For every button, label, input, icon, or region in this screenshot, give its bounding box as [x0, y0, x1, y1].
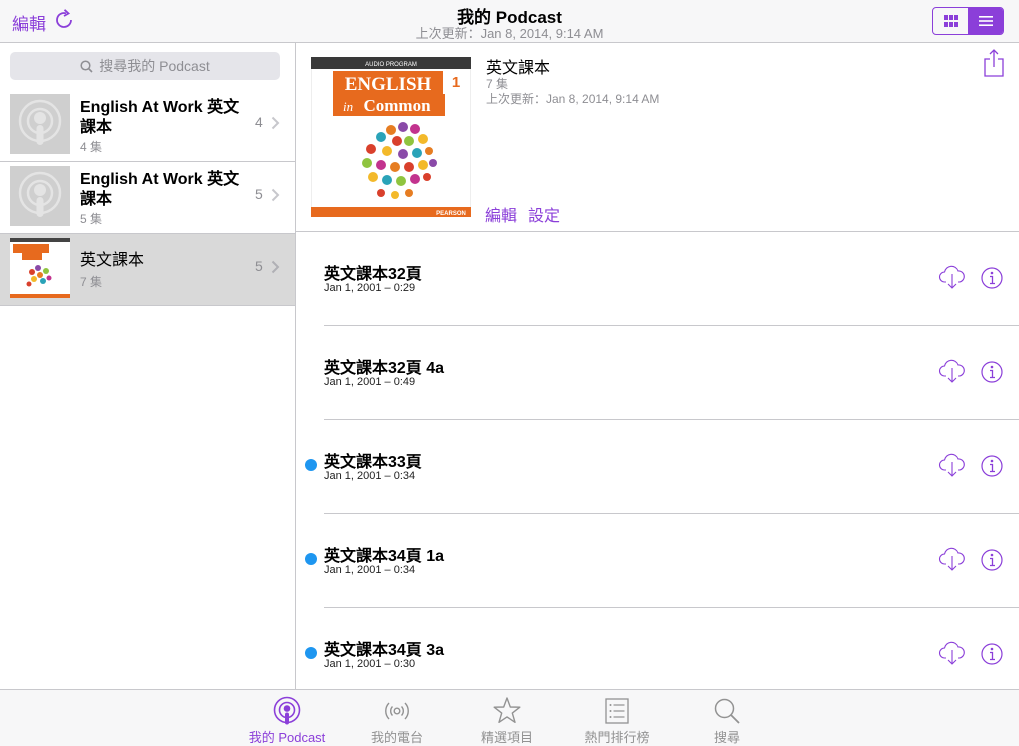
tab-label: 我的電台 — [370, 730, 423, 745]
station-icon — [385, 702, 409, 720]
episode-meta: Jan 1, 2001 – 0:30 — [324, 658, 416, 670]
unplayed-dot — [305, 647, 317, 659]
tab-my-stations[interactable]: 我的電台 — [342, 690, 452, 746]
list-view-button[interactable] — [968, 8, 1003, 34]
view-mode-toggle — [932, 7, 1004, 35]
podcast-detail-updated: 上次更新：Jan 8, 2014, 9:14 AM — [486, 92, 660, 106]
episode-row[interactable]: 英文課本33頁 Jan 1, 2001 – 0:34 — [296, 420, 1019, 514]
grid-icon — [943, 15, 958, 27]
tab-search[interactable]: 搜尋 — [672, 690, 782, 746]
episode-title: 英文課本34頁 3a — [324, 642, 445, 659]
unplayed-count: 5 — [255, 186, 263, 202]
chevron-right-icon — [271, 116, 280, 130]
search-input[interactable]: 搜尋我的 Podcast — [10, 52, 280, 80]
cover-title-in: in — [343, 99, 353, 114]
list-icon — [978, 16, 993, 26]
tab-label: 搜尋 — [713, 730, 740, 745]
episode-row[interactable]: 英文課本34頁 1a Jan 1, 2001 – 0:34 — [296, 514, 1019, 608]
cover-level: 1 — [452, 74, 460, 91]
episode-row[interactable]: 英文課本34頁 3a Jan 1, 2001 – 0:30 — [296, 608, 1019, 702]
episode-row[interactable]: 英文課本32頁 Jan 1, 2001 – 0:29 — [296, 232, 1019, 326]
episode-title: 英文課本32頁 — [324, 266, 422, 283]
tab-featured[interactable]: 精選項目 — [452, 690, 562, 746]
podcast-list-item[interactable]: English At Work 英文課本 4 集 4 — [0, 90, 295, 162]
podcast-title: 英文課本 — [80, 252, 145, 269]
episode-count: 7 集 — [80, 275, 103, 289]
podcast-artwork: AUDIO PROGRAM ENGLISH 1 in Common PEARSO… — [311, 57, 471, 217]
chevron-right-icon — [271, 260, 280, 274]
info-icon[interactable] — [981, 361, 1003, 383]
episode-title: 英文課本34頁 1a — [324, 548, 445, 565]
episode-meta: Jan 1, 2001 – 0:34 — [324, 470, 416, 482]
download-cloud-icon[interactable] — [938, 546, 966, 572]
download-cloud-icon[interactable] — [938, 358, 966, 384]
unplayed-count: 5 — [255, 258, 263, 274]
tab-bar: 我的 Podcast 我的電台 精選項目 熱門排行榜 搜尋 — [0, 689, 1019, 746]
podcast-title: English At Work 英文課本 — [80, 99, 240, 136]
english-in-common-cover — [10, 238, 70, 298]
podcast-sidebar: 搜尋我的 Podcast English At Work 英文課本 4 集 4 — [0, 43, 296, 689]
star-icon — [493, 697, 521, 723]
podcast-placeholder-icon — [10, 166, 70, 226]
cover-program-text: AUDIO PROGRAM — [365, 62, 417, 68]
episode-meta: Jan 1, 2001 – 0:49 — [324, 376, 416, 388]
podcast-settings-button[interactable]: 設定 — [528, 202, 560, 226]
episode-title: 英文課本32頁 4a — [324, 360, 445, 377]
cover-title-common: Common — [363, 96, 431, 115]
episode-meta: Jan 1, 2001 – 0:29 — [324, 282, 416, 294]
download-cloud-icon[interactable] — [938, 452, 966, 478]
episode-count: 4 集 — [80, 140, 103, 154]
info-icon[interactable] — [981, 455, 1003, 477]
info-icon[interactable] — [981, 643, 1003, 665]
episode-title: 英文課本33頁 — [324, 454, 422, 471]
podcast-list-item-selected[interactable]: 英文課本 7 集 5 — [0, 234, 295, 306]
search-placeholder: 搜尋我的 Podcast — [99, 58, 210, 74]
episode-meta: Jan 1, 2001 – 0:34 — [324, 564, 416, 576]
unplayed-dot — [305, 553, 317, 565]
download-cloud-icon[interactable] — [938, 264, 966, 290]
info-icon[interactable] — [981, 549, 1003, 571]
download-cloud-icon[interactable] — [938, 640, 966, 666]
last-updated-label: 上次更新：Jan 8, 2014, 9:14 AM — [415, 26, 604, 41]
top-charts-icon — [605, 698, 629, 724]
search-icon — [80, 59, 93, 73]
episode-list: 英文課本32頁 Jan 1, 2001 – 0:29 英文課本32頁 4a Ja… — [296, 232, 1019, 702]
cover-publisher: PEARSON — [436, 211, 466, 217]
info-icon[interactable] — [981, 267, 1003, 289]
podcasts-app: 編輯 我的 Podcast 上次更新：Jan 8, 2014, 9:14 AM — [0, 0, 1019, 746]
podcast-list-item[interactable]: English At Work 英文課本 5 集 5 — [0, 162, 295, 234]
chevron-right-icon — [271, 188, 280, 202]
tab-label: 精選項目 — [480, 730, 533, 745]
tab-my-podcasts[interactable]: 我的 Podcast — [232, 690, 342, 746]
cover-title-english: ENGLISH — [345, 74, 432, 95]
episode-count: 5 集 — [80, 212, 103, 226]
unplayed-count: 4 — [255, 114, 263, 130]
podcast-title: English At Work 英文課本 — [80, 171, 240, 208]
grid-view-button[interactable] — [933, 8, 968, 34]
tab-label: 熱門排行榜 — [584, 730, 650, 745]
podcast-list: English At Work 英文課本 4 集 4 English At Wo… — [0, 90, 295, 306]
episode-row[interactable]: 英文課本32頁 4a Jan 1, 2001 – 0:49 — [296, 326, 1019, 420]
tab-label: 我的 Podcast — [248, 730, 326, 745]
podcast-icon — [273, 696, 301, 725]
podcast-detail: AUDIO PROGRAM ENGLISH 1 in Common PEARSO… — [296, 43, 1019, 689]
unplayed-dot — [305, 459, 317, 471]
podcast-placeholder-icon — [10, 94, 70, 154]
tab-top-charts[interactable]: 熱門排行榜 — [562, 690, 672, 746]
search-icon — [714, 698, 740, 724]
share-icon[interactable] — [984, 49, 1004, 77]
navigation-bar: 編輯 我的 Podcast 上次更新：Jan 8, 2014, 9:14 AM — [0, 0, 1019, 43]
edit-podcast-button[interactable]: 編輯 — [485, 202, 517, 226]
